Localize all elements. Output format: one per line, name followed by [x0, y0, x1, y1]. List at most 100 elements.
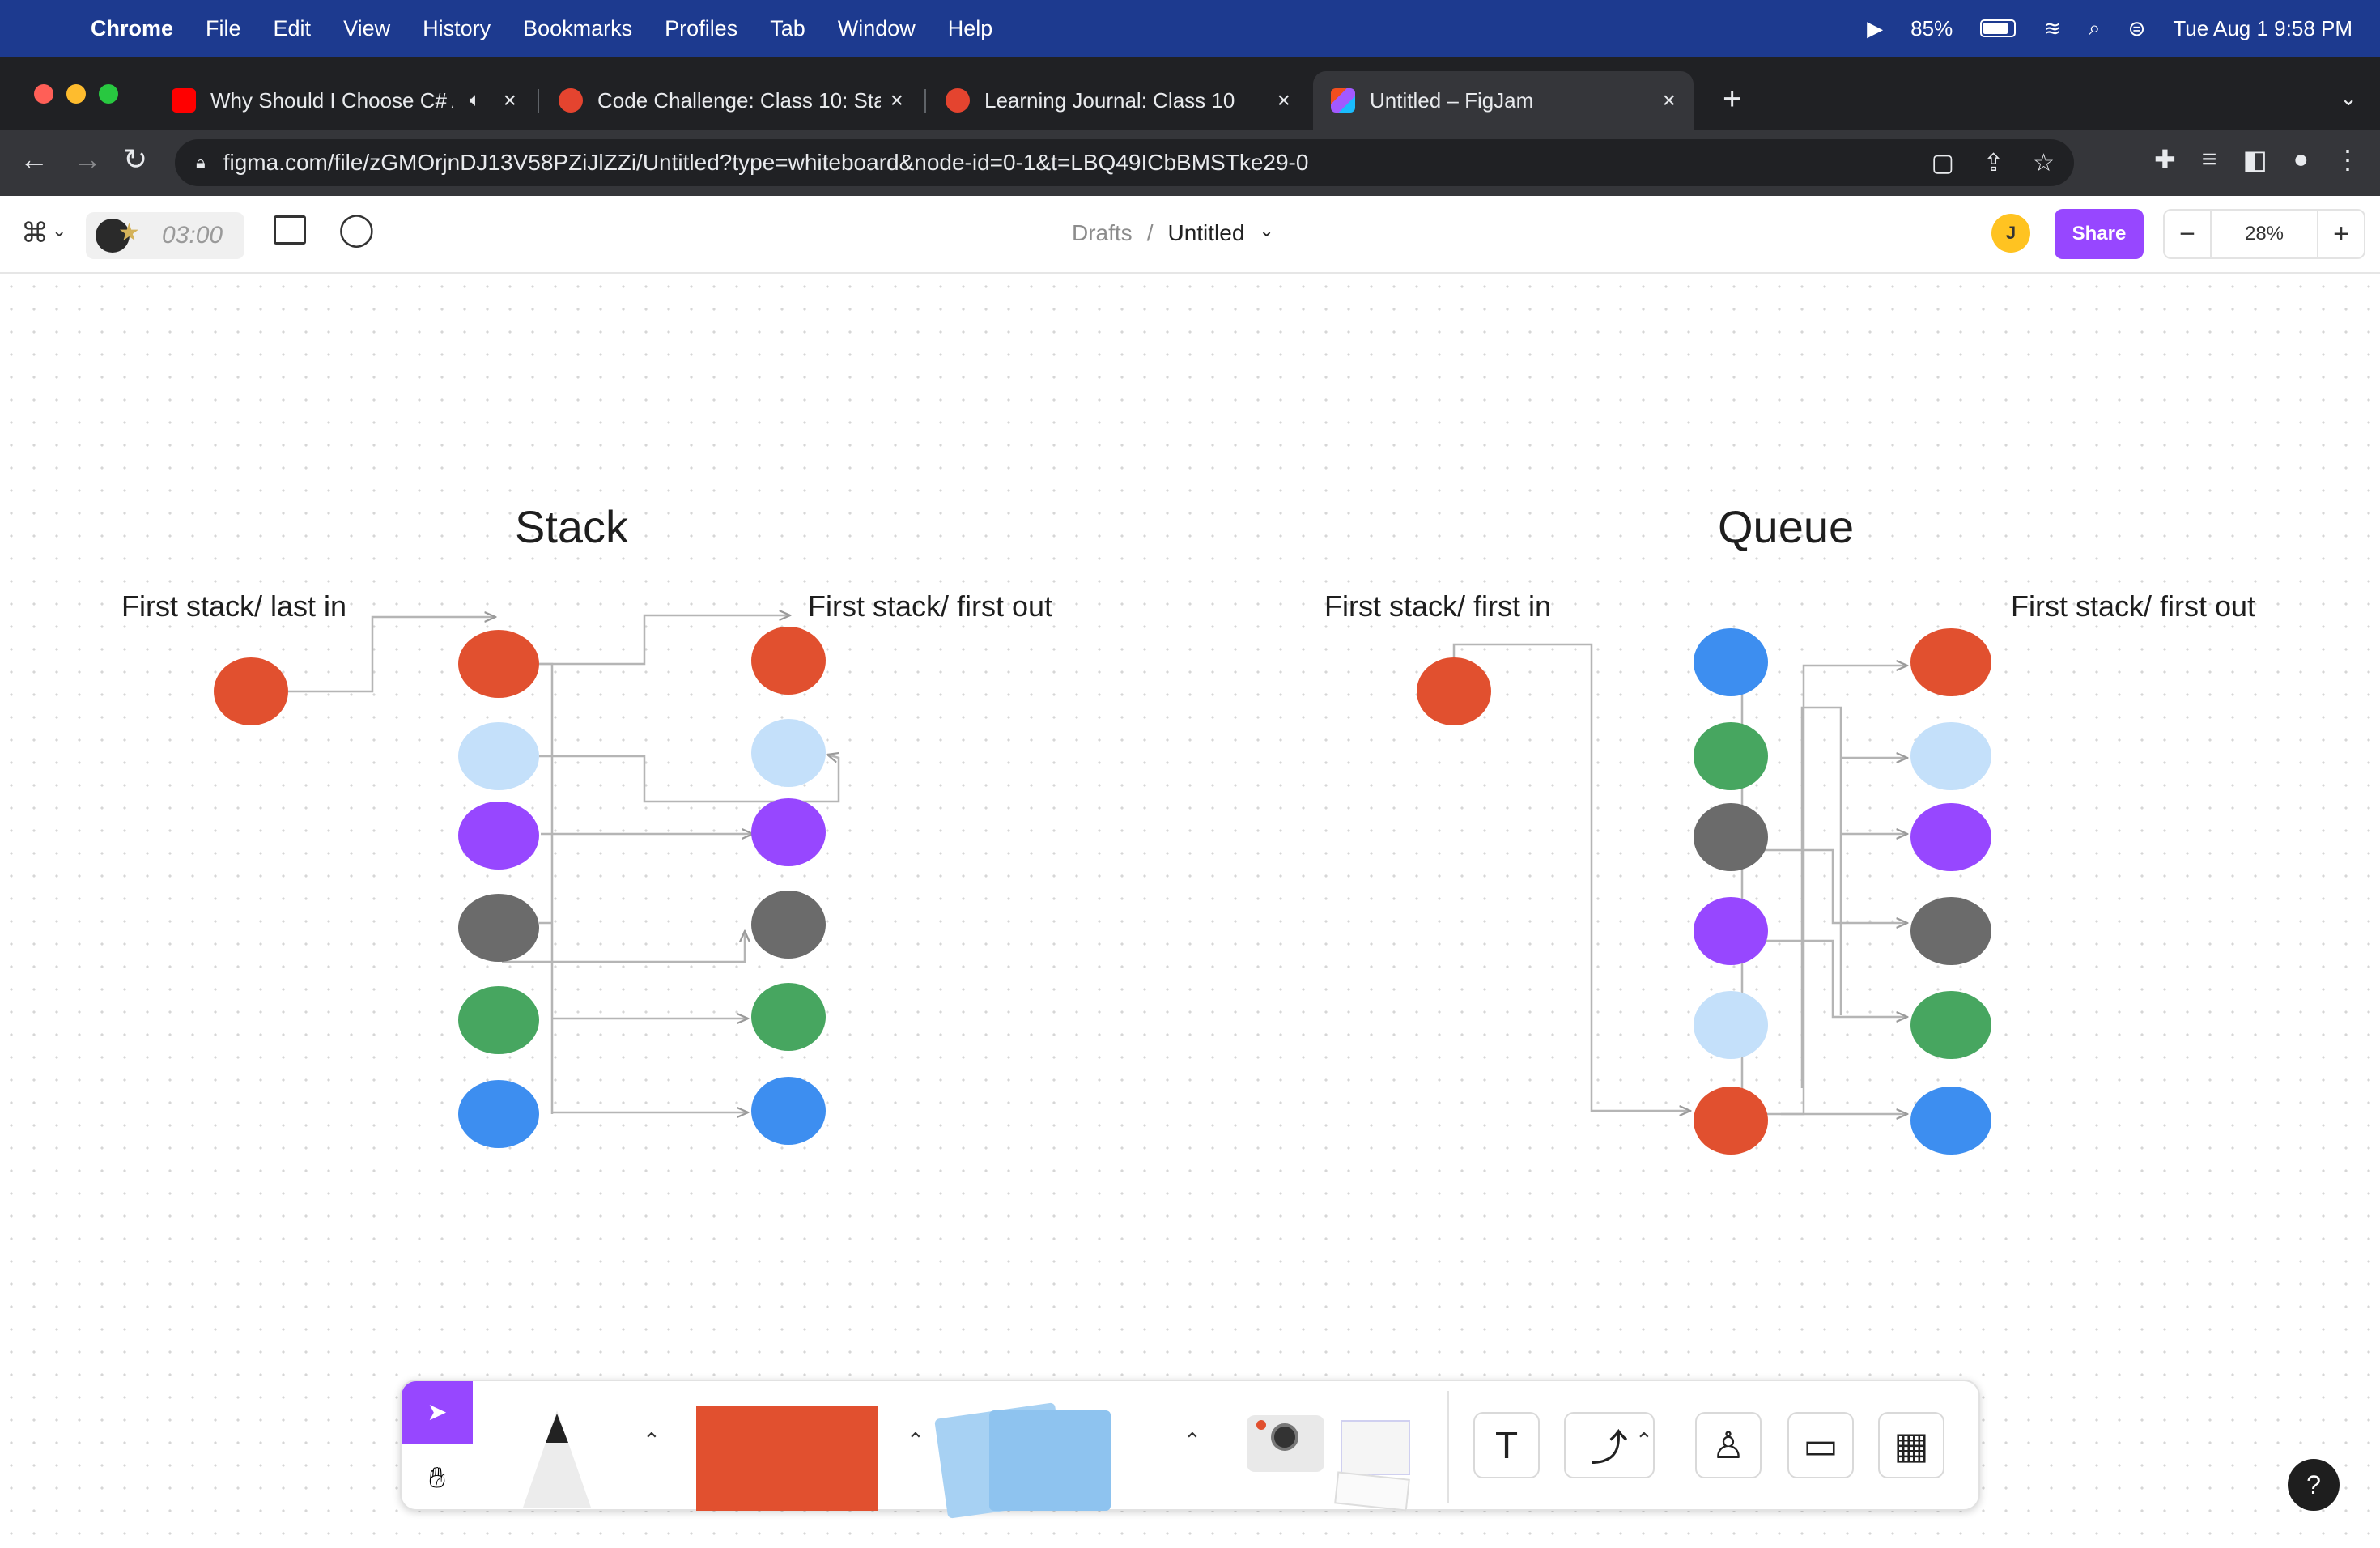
stack-output-circle-2[interactable]: [751, 719, 826, 787]
forward-icon[interactable]: →: [73, 142, 102, 176]
queue-right-label[interactable]: First stack/ first out: [2011, 589, 2255, 623]
queue-output-circle-4[interactable]: [1910, 897, 1991, 965]
reload-icon[interactable]: ↻: [123, 142, 147, 176]
stack-column-circle-6[interactable]: [458, 1080, 539, 1148]
chevron-up-icon[interactable]: ⌃: [1635, 1428, 1653, 1453]
queue-column-circle-4[interactable]: [1694, 897, 1768, 965]
queue-input-circle[interactable]: [1417, 657, 1491, 725]
lock-icon[interactable]: 🔒︎: [196, 152, 206, 173]
media-controls-icon[interactable]: ≡: [2202, 144, 2217, 175]
queue-column-circle-3[interactable]: [1694, 803, 1768, 871]
minimize-window-button[interactable]: [66, 84, 86, 104]
queue-heading[interactable]: Queue: [1718, 500, 1854, 553]
chevron-up-icon[interactable]: ⌃: [1184, 1428, 1201, 1453]
menu-file[interactable]: File: [206, 16, 241, 41]
stack-column-circle-4[interactable]: [458, 894, 539, 962]
queue-output-circle-3[interactable]: [1910, 803, 1991, 871]
stack-column-circle-5[interactable]: [458, 986, 539, 1054]
stack-column-circle-3[interactable]: [458, 802, 539, 870]
new-tab-button[interactable]: +: [1723, 81, 1741, 117]
sections-icon[interactable]: [274, 215, 306, 245]
back-icon[interactable]: ←: [19, 142, 49, 176]
table-tool-button[interactable]: ▦: [1878, 1412, 1944, 1478]
spotlight-search-icon[interactable]: ⌕: [2089, 15, 2101, 41]
figma-menu-icon[interactable]: ⌘: [21, 217, 49, 249]
stack-output-circle-5[interactable]: [751, 983, 826, 1051]
address-bar[interactable]: 🔒︎ figma.com/file/zGMOrjnDJ13V58PZiJlZZi…: [175, 139, 2074, 186]
play-status-icon[interactable]: ▶: [1867, 16, 1883, 41]
tab-search-chevron-icon[interactable]: ⌄: [2340, 86, 2357, 111]
queue-column-circle-6[interactable]: [1694, 1087, 1768, 1155]
sticky-note-tool-button[interactable]: [989, 1410, 1111, 1511]
extensions-icon[interactable]: ✚: [2154, 144, 2176, 175]
menu-view[interactable]: View: [343, 16, 390, 41]
zoom-level[interactable]: 28%: [2210, 211, 2318, 257]
chrome-menu-icon[interactable]: ⋮: [2335, 144, 2361, 175]
close-tab-icon[interactable]: ×: [890, 87, 903, 113]
share-page-icon[interactable]: ⇪: [1983, 149, 2004, 177]
queue-output-circle-6[interactable]: [1910, 1087, 1991, 1155]
tab-learning-journal[interactable]: Learning Journal: Class 10 ×: [928, 71, 1308, 130]
battery-icon[interactable]: [1980, 19, 2017, 37]
queue-output-circle-5[interactable]: [1910, 991, 1991, 1059]
timer-widget[interactable]: 03:00: [86, 212, 244, 259]
comment-icon[interactable]: ◯: [338, 211, 375, 248]
profile-icon[interactable]: ●: [2293, 144, 2309, 175]
url-text[interactable]: figma.com/file/zGMOrjnDJ13V58PZiJlZZi/Un…: [223, 150, 1309, 176]
stack-output-circle-4[interactable]: [751, 891, 826, 959]
file-name[interactable]: Untitled: [1167, 220, 1244, 246]
bookmark-star-icon[interactable]: ☆: [2033, 149, 2055, 177]
stack-output-circle-3[interactable]: [751, 798, 826, 866]
stack-input-circle[interactable]: [214, 657, 288, 725]
stamp-tool-button[interactable]: ♙: [1695, 1412, 1762, 1478]
menu-history[interactable]: History: [423, 16, 491, 41]
stack-column-circle-1[interactable]: [458, 630, 539, 698]
close-tab-icon[interactable]: ×: [504, 87, 516, 113]
stack-output-circle-6[interactable]: [751, 1077, 826, 1145]
menu-app-chrome[interactable]: Chrome: [91, 16, 173, 41]
hand-tool-button[interactable]: ✋︎: [402, 1446, 473, 1509]
share-button[interactable]: Share: [2055, 209, 2144, 259]
section-tool-button[interactable]: ▭: [1787, 1412, 1854, 1478]
queue-column-circle-2[interactable]: [1694, 722, 1768, 790]
tab-figjam[interactable]: Untitled – FigJam ×: [1313, 71, 1694, 130]
menu-tab[interactable]: Tab: [770, 16, 805, 41]
menu-window[interactable]: Window: [838, 16, 916, 41]
menu-help[interactable]: Help: [948, 16, 993, 41]
text-tool-button[interactable]: T: [1473, 1412, 1540, 1478]
chevron-up-icon[interactable]: ⌃: [643, 1428, 661, 1453]
whiteboard-canvas[interactable]: Stack First stack/ last in First stack/ …: [0, 275, 2380, 1548]
menu-profiles[interactable]: Profiles: [665, 16, 737, 41]
help-button[interactable]: ?: [2288, 1459, 2340, 1511]
move-tool-button[interactable]: ➤: [402, 1381, 473, 1444]
stack-right-label[interactable]: First stack/ first out: [808, 589, 1052, 623]
chevron-down-icon[interactable]: ⌄: [52, 220, 66, 241]
chevron-up-icon[interactable]: ⌃: [907, 1428, 924, 1453]
zoom-out-button[interactable]: −: [2165, 219, 2210, 250]
chevron-down-icon[interactable]: ⌄: [1259, 220, 1273, 246]
clipboard-icon[interactable]: ▢: [1932, 149, 1954, 177]
avatar[interactable]: J: [1991, 214, 2030, 253]
stack-output-circle-1[interactable]: [751, 627, 826, 695]
speaker-icon[interactable]: 🔈︎: [470, 89, 481, 112]
menubar-clock[interactable]: Tue Aug 1 9:58 PM: [2173, 16, 2352, 41]
wifi-icon[interactable]: ≋: [2043, 16, 2061, 41]
stack-column-circle-2[interactable]: [458, 722, 539, 790]
zoom-window-button[interactable]: [99, 84, 118, 104]
close-tab-icon[interactable]: ×: [1277, 87, 1290, 113]
board-connectors[interactable]: [0, 275, 2380, 1548]
side-panel-icon[interactable]: ◧: [2242, 144, 2267, 175]
control-center-icon[interactable]: ⊜: [2128, 16, 2146, 41]
stack-left-label[interactable]: First stack/ last in: [121, 589, 346, 623]
breadcrumb-drafts[interactable]: Drafts: [1072, 220, 1133, 246]
queue-column-circle-1[interactable]: [1694, 628, 1768, 696]
tab-code-challenge[interactable]: Code Challenge: Class 10: Stac ×: [541, 71, 921, 130]
queue-output-circle-2[interactable]: [1910, 722, 1991, 790]
menu-edit[interactable]: Edit: [274, 16, 312, 41]
queue-output-circle-1[interactable]: [1910, 628, 1991, 696]
close-tab-icon[interactable]: ×: [1663, 87, 1676, 113]
menu-bookmarks[interactable]: Bookmarks: [523, 16, 632, 41]
stickers-widgets-button[interactable]: [1247, 1410, 1417, 1512]
queue-column-circle-5[interactable]: [1694, 991, 1768, 1059]
stack-heading[interactable]: Stack: [515, 500, 628, 553]
